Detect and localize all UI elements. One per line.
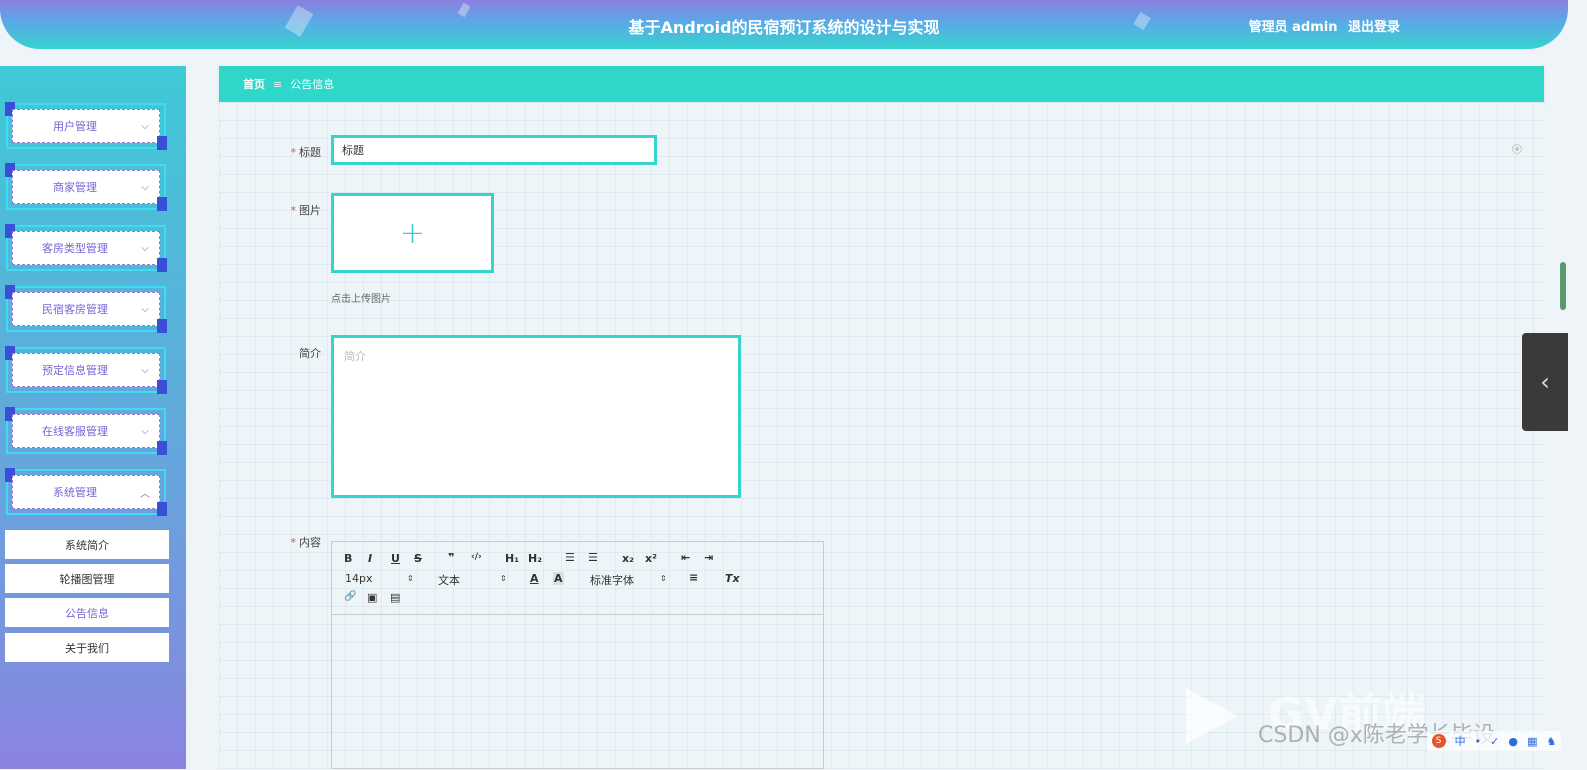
outdent-icon[interactable]: ⇤: [681, 551, 690, 564]
scrollbar-thumb[interactable]: [1560, 262, 1566, 310]
ime-item[interactable]: 中: [1455, 733, 1466, 749]
breadcrumb: 首页 ≡ 公告信息: [219, 66, 1544, 102]
select-arrow-icon: ⇕: [407, 574, 414, 583]
chevron-down-icon: ⌵: [141, 364, 149, 376]
image-upload-button[interactable]: +: [331, 193, 494, 273]
menu-label: 客房类型管理: [42, 242, 108, 255]
title-input[interactable]: [331, 135, 657, 165]
h2-button[interactable]: H₂: [528, 552, 542, 565]
brief-label: 简介: [299, 347, 321, 360]
brief-textarea[interactable]: [331, 335, 741, 498]
bullet-list-icon[interactable]: ☰: [588, 551, 598, 564]
select-arrow-icon: ⇕: [500, 574, 507, 583]
ime-item[interactable]: ▦: [1527, 735, 1537, 748]
user-area: 管理员 admin 退出登录: [1249, 16, 1400, 35]
content-label: * 内容: [290, 536, 322, 549]
background-color-icon[interactable]: A: [553, 572, 564, 585]
font-size-select[interactable]: 14px: [345, 572, 373, 585]
chevron-up-icon: ︿: [140, 488, 150, 500]
italic-button[interactable]: I: [368, 552, 372, 565]
logout-link[interactable]: 退出登录: [1348, 20, 1400, 35]
chevron-down-icon: ⌵: [141, 425, 149, 437]
sidebar-menu-merchant[interactable]: 商家管理 ⌵: [5, 163, 167, 211]
sidebar-item-notice[interactable]: 公告信息: [5, 598, 169, 627]
strike-button[interactable]: S: [414, 552, 422, 565]
sidebar-menu-booking[interactable]: 预定信息管理 ⌵: [5, 346, 167, 394]
ime-item[interactable]: ✓: [1490, 735, 1499, 748]
font-color-icon[interactable]: A: [530, 572, 539, 585]
superscript-button[interactable]: x²: [645, 552, 657, 565]
link-icon[interactable]: 🔗: [344, 591, 356, 602]
chevron-down-icon: ⌵: [141, 242, 149, 254]
menu-label: 系统管理: [53, 486, 97, 499]
quote-icon[interactable]: ❞: [448, 551, 454, 564]
align-icon[interactable]: ≡: [689, 571, 698, 584]
editor-toolbar: B I U S ❞ ‹/› H₁ H₂ ☰ ☰ x₂ x² ⇤ ⇥ 14px ⇕…: [332, 542, 823, 615]
bold-button[interactable]: B: [344, 552, 352, 565]
h1-button[interactable]: H₁: [505, 552, 519, 565]
menu-label: 在线客服管理: [42, 425, 108, 438]
rich-text-editor: B I U S ❞ ‹/› H₁ H₂ ☰ ☰ x₂ x² ⇤ ⇥ 14px ⇕…: [331, 541, 824, 769]
drawer-toggle-button[interactable]: ‹: [1522, 333, 1568, 431]
chevron-down-icon: ⌵: [141, 181, 149, 193]
plus-icon: +: [399, 215, 426, 251]
underline-button[interactable]: U: [391, 552, 400, 565]
user-role: 管理员: [1248, 20, 1288, 35]
header-select[interactable]: 文本: [438, 572, 460, 588]
menu-label: 民宿客房管理: [42, 303, 108, 316]
subscript-button[interactable]: x₂: [622, 552, 634, 565]
sidebar-item-about[interactable]: 关于我们: [5, 633, 169, 662]
sidebar-item-system-intro[interactable]: 系统简介: [5, 530, 169, 559]
ordered-list-icon[interactable]: ☰: [565, 551, 575, 564]
chevron-left-icon: ‹: [1540, 368, 1550, 396]
ime-logo-icon[interactable]: S: [1431, 734, 1446, 748]
clean-format-icon[interactable]: Tx: [725, 572, 740, 585]
sidebar: 用户管理 ⌵ 商家管理 ⌵ 客房类型管理 ⌵ 民宿客房管理 ⌵ 预定信息管理 ⌵ 在线客服…: [0, 66, 186, 769]
indent-icon[interactable]: ⇥: [704, 551, 713, 564]
sidebar-item-carousel[interactable]: 轮播图管理: [5, 564, 169, 593]
menu-label: 商家管理: [53, 181, 97, 194]
clear-icon[interactable]: [1512, 144, 1522, 154]
breadcrumb-home[interactable]: 首页: [243, 76, 265, 92]
main-content: *标题 *图片 + 点击上传图片 简介 *内容 B I U S ❞ ‹/› H₁…: [219, 102, 1544, 769]
sidebar-menu-system[interactable]: 系统管理 ︿: [5, 468, 167, 516]
sidebar-menu-user[interactable]: 用户管理 ⌵: [5, 102, 167, 150]
user-name: admin: [1292, 20, 1338, 35]
image-label: * 图片: [290, 204, 322, 217]
top-header: 基于Android的民宿预订系统的设计与实现 管理员 admin 退出登录: [0, 0, 1568, 49]
font-family-select[interactable]: 标准字体: [590, 572, 634, 588]
chevron-down-icon: ⌵: [141, 120, 149, 132]
ime-toolbar: S 中 • ✓ ● ▦ ♞: [1427, 731, 1561, 751]
breadcrumb-separator-icon: ≡: [273, 77, 283, 91]
ime-item[interactable]: ●: [1508, 735, 1518, 748]
editor-content-area[interactable]: [332, 615, 823, 770]
sidebar-menu-homestay-room[interactable]: 民宿客房管理 ⌵: [5, 285, 167, 333]
breadcrumb-current: 公告信息: [290, 78, 335, 91]
image-icon[interactable]: ▣: [367, 591, 377, 604]
ime-item[interactable]: •: [1475, 735, 1482, 748]
chevron-down-icon: ⌵: [141, 303, 149, 315]
select-arrow-icon: ⇕: [660, 574, 667, 583]
ime-item[interactable]: ♞: [1547, 735, 1557, 748]
menu-label: 预定信息管理: [42, 364, 108, 377]
code-icon[interactable]: ‹/›: [471, 552, 482, 562]
sidebar-menu-online-service[interactable]: 在线客服管理 ⌵: [5, 407, 167, 455]
sidebar-menu-room-type[interactable]: 客房类型管理 ⌵: [5, 224, 167, 272]
video-icon[interactable]: ▤: [390, 591, 400, 604]
menu-label: 用户管理: [53, 120, 97, 133]
title-label: * 标题: [290, 146, 322, 159]
watermark-play-icon: [1186, 688, 1238, 744]
upload-hint: 点击上传图片: [331, 294, 391, 305]
